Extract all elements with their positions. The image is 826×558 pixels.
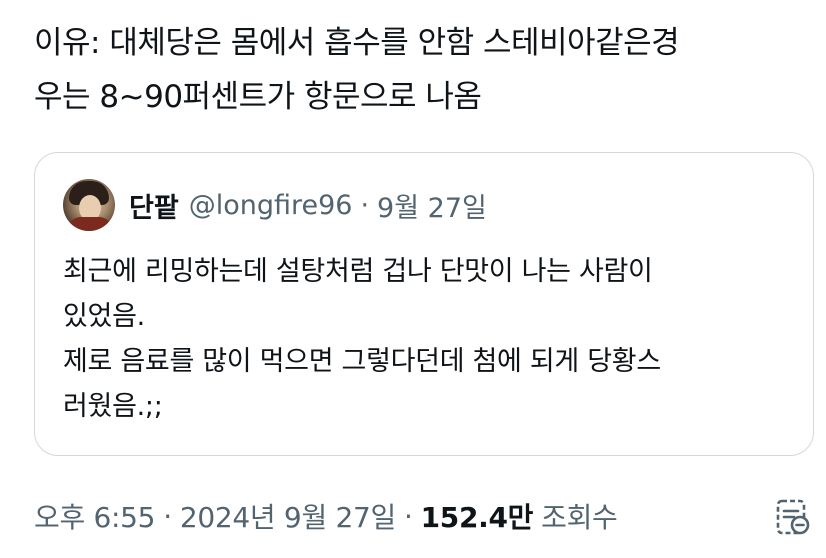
tweet-meta: 오후 6:55 · 2024년 9월 27일 · 152.4만 조회수 [34, 496, 618, 536]
quoted-tweet-body: 최근에 리밍하는데 설탕처럼 겁나 단맛이 나는 사람이 있었음. 제로 음료를… [63, 249, 793, 429]
views-label: 조회수 [541, 501, 618, 534]
quoted-tweet-header: 단팥 @longfire96 · 9월 27일 [63, 179, 487, 231]
avatar[interactable] [63, 179, 115, 231]
tweet-text-line: 우는 8~90퍼센트가 항문으로 나옴 [34, 79, 482, 115]
separator-dot: · [163, 499, 172, 533]
separator-dot: · [404, 499, 413, 533]
analytics-button[interactable] [772, 497, 812, 537]
tweet-time[interactable]: 오후 6:55 [34, 496, 156, 536]
quoted-body-line: 제로 음료를 많이 먹으면 그렇다던데 첨에 되게 당황스 [63, 346, 661, 377]
separator-dot: · [360, 189, 370, 221]
views-count: 152.4만 [420, 501, 534, 534]
quoted-body-line: 최근에 리밍하는데 설탕처럼 겁나 단맛이 나는 사람이 [63, 256, 653, 287]
tweet-date[interactable]: 2024년 9월 27일 [180, 496, 396, 536]
quoted-tweet-card[interactable]: 단팥 @longfire96 · 9월 27일 최근에 리밍하는데 설탕처럼 겁… [34, 152, 814, 456]
quoted-body-line: 러웠음.;; [63, 391, 163, 422]
analytics-icon [776, 499, 810, 535]
quoted-body-line: 있었음. [63, 301, 145, 332]
quoted-date[interactable]: 9월 27일 [377, 186, 487, 225]
tweet-text-line: 이유: 대체당은 몸에서 흡수를 안함 스테비아같은경 [34, 25, 680, 61]
tweet-text: 이유: 대체당은 몸에서 흡수를 안함 스테비아같은경 우는 8~90퍼센트가 … [34, 16, 804, 124]
quoted-handle[interactable]: @longfire96 [189, 190, 353, 221]
quoted-display-name[interactable]: 단팥 [129, 186, 179, 225]
